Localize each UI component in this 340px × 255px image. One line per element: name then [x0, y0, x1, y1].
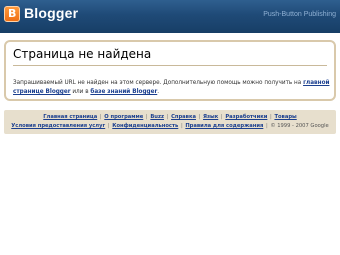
footer-link-language[interactable]: Язык [203, 114, 218, 120]
footer-link-help[interactable]: Справка [171, 114, 196, 120]
separator: | [268, 114, 274, 120]
copyright: © 1999 - 2007 Google [270, 123, 329, 129]
home-link-line1: главной [303, 80, 330, 86]
blogger-logo-icon[interactable]: B [4, 6, 20, 22]
message-middle: или в [70, 89, 91, 95]
title-divider [13, 65, 327, 66]
home-link-line2: странице Blogger [13, 89, 71, 95]
footer-links-row-1: Главная страница | О программе | Buzz | … [4, 114, 336, 120]
footer-links-row-2: Условия предоставления услуг | Конфиденц… [4, 123, 336, 129]
error-panel: Страница не найдена Запрашиваемый URL не… [4, 40, 336, 101]
separator: | [98, 114, 104, 120]
footer-link-content-policy[interactable]: Правила для содержания [185, 123, 263, 129]
knowledge-base-link[interactable]: базе знаний Blogger [90, 89, 157, 95]
blogger-logo-text[interactable]: Blogger [24, 5, 78, 21]
header-bar: B Blogger Push-Button Publishing [0, 0, 340, 33]
footer-link-developers[interactable]: Разработчики [225, 114, 267, 120]
separator: | [264, 123, 270, 129]
footer: Главная страница | О программе | Buzz | … [4, 110, 336, 134]
page-title: Страница не найдена [13, 47, 152, 61]
message-prefix: Запрашиваемый URL не найден на этом серв… [13, 80, 304, 86]
error-message: Запрашиваемый URL не найден на этом серв… [13, 79, 331, 97]
separator: | [219, 114, 225, 120]
footer-link-terms[interactable]: Условия предоставления услуг [11, 123, 105, 129]
footer-link-products[interactable]: Товары [274, 114, 296, 120]
separator: | [165, 114, 171, 120]
separator: | [196, 114, 203, 120]
separator: | [179, 123, 185, 129]
tagline: Push-Button Publishing [263, 11, 336, 18]
footer-link-buzz[interactable]: Buzz [150, 114, 164, 120]
message-suffix: . [157, 89, 160, 95]
footer-link-about[interactable]: О программе [104, 114, 143, 120]
blogger-b-glyph: B [8, 7, 17, 20]
separator: | [144, 114, 150, 120]
footer-link-home[interactable]: Главная страница [43, 114, 97, 120]
separator: | [106, 123, 112, 129]
footer-link-privacy[interactable]: Конфиденциальность [112, 123, 178, 129]
